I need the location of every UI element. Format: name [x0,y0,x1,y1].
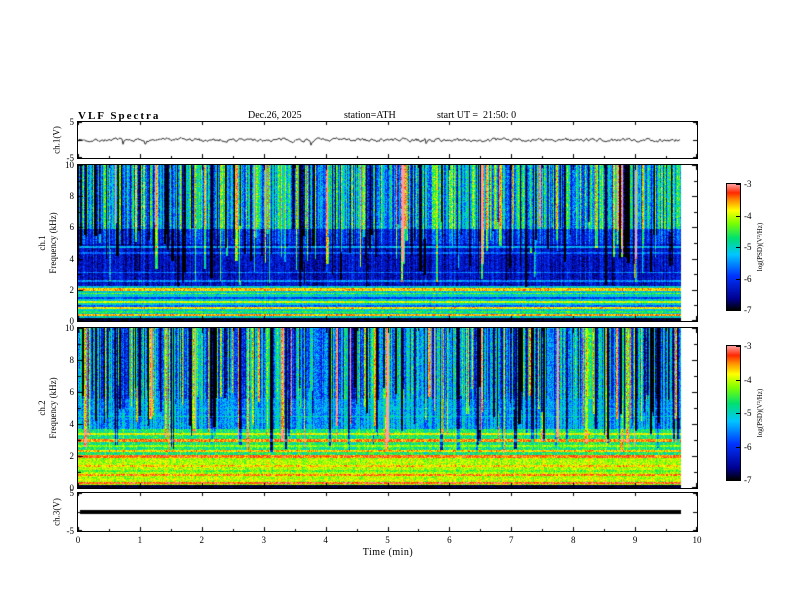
colorbar-tick [736,310,740,311]
ch2-spectrogram-canvas [78,328,697,488]
ch1-frequency-axis-label: ch.1 Frequency (kHz) [37,212,58,274]
ch3-voltage-axis-label: ch.3(V) [51,498,62,526]
tick-label: 6 [69,222,75,233]
tick-label: -3 [744,341,752,351]
colorbar-tick [736,346,740,347]
colorbar-tick [736,247,740,248]
ch3-waveform-canvas [78,493,697,531]
start-ut-label: start UT = 21:50: 0 [437,110,517,121]
tick-label: -5 [744,242,752,252]
tick-label: 2 [199,535,205,545]
tick-label: -5 [744,408,752,418]
tick-label: 0 [75,535,81,545]
vlf-spectra-figure: VLF Spectra Dec.26, 2025 station=ATH sta… [0,0,792,612]
tick-label: -3 [744,179,752,189]
tick-label: 1 [137,535,143,545]
ch1-spectrogram-canvas [78,165,697,321]
tick-label: 4 [69,253,75,264]
tick-label: 3 [261,535,266,545]
tick-label: 9 [632,535,638,545]
colorbar-tick [736,184,740,185]
ch2-frequency-axis-label: ch.2 Frequency (kHz) [37,377,58,439]
time-axis-label: Time (min) [362,547,414,558]
tick-label: 4 [323,535,328,545]
ch1-voltage-axis-label: ch.1(V) [51,126,62,154]
ch1-colorbar-label: log(PSD)(V²/Hz) [756,222,764,272]
tick-label: -4 [744,374,752,385]
colorbar-tick [736,379,740,381]
tick-label: -7 [744,305,752,315]
ch2-spectrogram-panel [77,327,698,489]
tick-label: 6 [447,535,452,545]
ch3-waveform-panel [77,492,698,532]
tick-label: 5 [69,117,75,127]
ch1-waveform-canvas [78,122,697,158]
tick-label: 2 [69,284,75,295]
colorbar-tick [736,215,740,217]
colorbar-tick [736,278,740,280]
colorbar-tick [736,480,740,481]
tick-label: -6 [744,273,752,284]
tick-label: 5 [69,488,75,498]
tick-label: 8 [69,355,75,365]
tick-label: 4 [69,419,75,429]
station-label: station=ATH [344,110,396,121]
date-label: Dec.26, 2025 [248,110,302,121]
colorbar-tick [736,446,740,448]
tick-label: 5 [385,535,390,545]
tick-label: -4 [744,210,752,221]
tick-label: 10 [65,323,74,333]
tick-label: 2 [69,451,75,461]
ch1-waveform-panel [77,121,698,159]
tick-label: 10 [692,535,702,545]
colorbar-tick [736,413,740,414]
tick-label: 6 [69,387,75,397]
tick-label: 8 [570,535,576,545]
tick-label: -5 [66,526,75,536]
tick-label: 10 [65,160,74,170]
tick-label: -6 [744,441,752,452]
tick-label: -7 [744,475,752,485]
ch2-colorbar-label: log(PSD)(V²/Hz) [756,388,764,438]
tick-label: 8 [69,191,75,202]
tick-label: 7 [509,535,514,545]
ch1-spectrogram-panel [77,164,698,322]
